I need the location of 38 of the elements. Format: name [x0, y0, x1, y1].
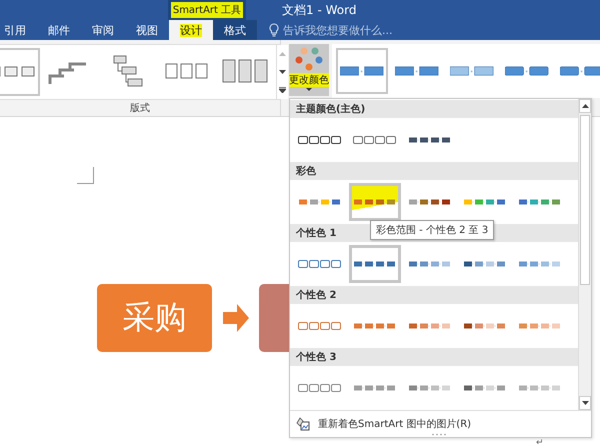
up-arrow-icon	[279, 52, 286, 56]
tooltip: 彩色范围 - 个性色 2 至 3	[370, 220, 494, 240]
recolor-picture-icon	[296, 417, 310, 431]
ribbon-tab[interactable]: 引用	[0, 20, 37, 40]
up-arrow-icon	[582, 104, 588, 108]
color-swatch[interactable]	[349, 245, 401, 283]
section-header: 个性色 2	[290, 286, 578, 304]
tell-me-field[interactable]: 告诉我您想要做什么...	[283, 24, 463, 36]
section-header: 主题颜色(主色)	[290, 100, 578, 118]
arrow-shape	[223, 304, 249, 332]
ribbon-tab[interactable]: 设计	[169, 20, 213, 40]
scroll-down-button[interactable]	[579, 396, 591, 410]
lightbulb-icon	[269, 23, 279, 37]
context-tab-label: SmartArt 工具	[170, 2, 244, 18]
ribbon-tab[interactable]: 邮件	[37, 20, 81, 40]
scrollbar-thumb[interactable]	[580, 115, 590, 285]
paragraph-mark: ↵	[536, 439, 544, 447]
color-swatch[interactable]	[349, 183, 401, 221]
group-label: 版式	[130, 102, 150, 115]
process-box: 采购	[97, 284, 212, 352]
resize-grip-icon[interactable]	[432, 433, 446, 436]
change-colors-button[interactable]: 更改颜色	[289, 44, 329, 96]
down-arrow-icon	[582, 401, 588, 405]
more-button[interactable]	[277, 81, 288, 99]
color-dots-icon	[295, 46, 323, 72]
section-header: 个性色 3	[290, 348, 578, 366]
window-title: 文档1 - Word	[282, 2, 356, 18]
ribbon-tab[interactable]: 格式	[213, 20, 257, 40]
section-header: 彩色	[290, 162, 578, 180]
menu-item[interactable]: 重新着色SmartArt 图中的图片(R)	[318, 417, 472, 431]
margin-corner-mark	[77, 167, 94, 184]
more-arrow-icon	[279, 87, 286, 93]
down-arrow-icon	[279, 70, 286, 74]
ribbon-tab[interactable]: 审阅	[81, 20, 125, 40]
ribbon-tab[interactable]: 视图	[125, 20, 169, 40]
style-thumbnail[interactable]	[336, 48, 388, 94]
scroll-up-button[interactable]	[579, 99, 591, 113]
layout-thumbnail[interactable]	[0, 48, 40, 96]
